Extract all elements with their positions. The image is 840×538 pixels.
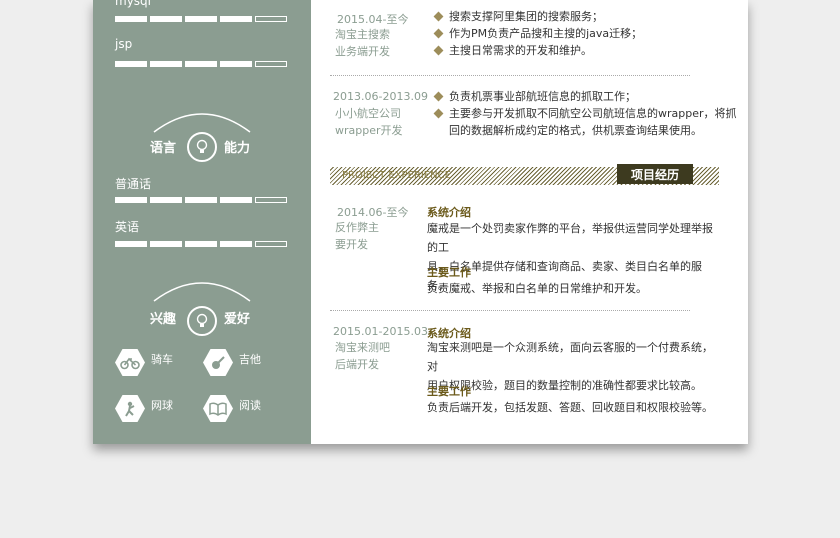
skill-bar-mysql bbox=[115, 16, 287, 22]
language-bar-english bbox=[115, 241, 287, 247]
languages-title-right: 能力 bbox=[224, 141, 251, 156]
language-label-mandarin: 普通话 bbox=[115, 177, 152, 191]
work-bullet: 作为PM负责产品搜和主搜的java迁移； bbox=[433, 25, 642, 42]
section-title-cn: 项目经历 bbox=[617, 164, 693, 184]
work-role: 小小航空公司 wrapper开发 bbox=[335, 107, 403, 137]
work-date: 2015.04-至今 bbox=[337, 13, 409, 26]
work-bullet-continuation: 回的数据解析成约定的格式，供机票查询结果使用。 bbox=[449, 124, 702, 137]
project-work-title: 主要工作 bbox=[427, 266, 471, 279]
language-bar-mandarin bbox=[115, 197, 287, 203]
project-work-title: 主要工作 bbox=[427, 385, 471, 398]
skill-label-mysql: mysql bbox=[115, 0, 151, 8]
hobby-label-guitar: 吉他 bbox=[239, 353, 261, 366]
work-role: 淘宝主搜索 业务端开发 bbox=[335, 28, 390, 58]
divider bbox=[330, 310, 690, 311]
hobbies-title-right: 爱好 bbox=[224, 312, 251, 327]
divider bbox=[330, 75, 690, 76]
work-bullet: 主搜日常需求的开发和维护。 bbox=[433, 42, 592, 59]
hobby-arc bbox=[153, 282, 251, 302]
hobbies-title-left: 兴趣 bbox=[150, 312, 177, 327]
language-label-english: 英语 bbox=[115, 220, 140, 234]
project-date: 2015.01-2015.03 bbox=[333, 325, 428, 338]
project-work-text: 负责后端开发，包括发题、答题、回收题目和权限校验等。 bbox=[427, 401, 713, 414]
languages-title-left: 语言 bbox=[150, 141, 177, 156]
work-date: 2013.06-2013.09 bbox=[333, 90, 428, 103]
project-intro-title: 系统介绍 bbox=[427, 206, 471, 219]
work-bullet: 负责机票事业部航班信息的抓取工作； bbox=[433, 88, 636, 105]
project-work-text: 负责魔戒、举报和白名单的日常维护和开发。 bbox=[427, 282, 647, 295]
work-bullet: 搜索支撑阿里集团的搜索服务； bbox=[433, 8, 603, 25]
hobby-label-cycling: 骑车 bbox=[151, 353, 173, 366]
hobby-label-reading: 阅读 bbox=[239, 399, 261, 412]
lightbulb-icon bbox=[187, 306, 217, 336]
skill-bar-jsp bbox=[115, 61, 287, 67]
lightbulb-icon bbox=[187, 132, 217, 162]
project-role: 淘宝来测吧 后端开发 bbox=[335, 341, 390, 371]
project-role: 反作弊主 要开发 bbox=[335, 221, 379, 251]
hobby-label-tennis: 网球 bbox=[151, 399, 173, 412]
project-date: 2014.06-至今 bbox=[337, 206, 409, 219]
skill-label-jsp: jsp bbox=[115, 37, 133, 51]
work-bullet: 主要参与开发抓取不同航空公司航班信息的wrapper，将抓 bbox=[433, 105, 737, 122]
section-title-en: PROJECT EXPERIENCE bbox=[342, 170, 451, 181]
